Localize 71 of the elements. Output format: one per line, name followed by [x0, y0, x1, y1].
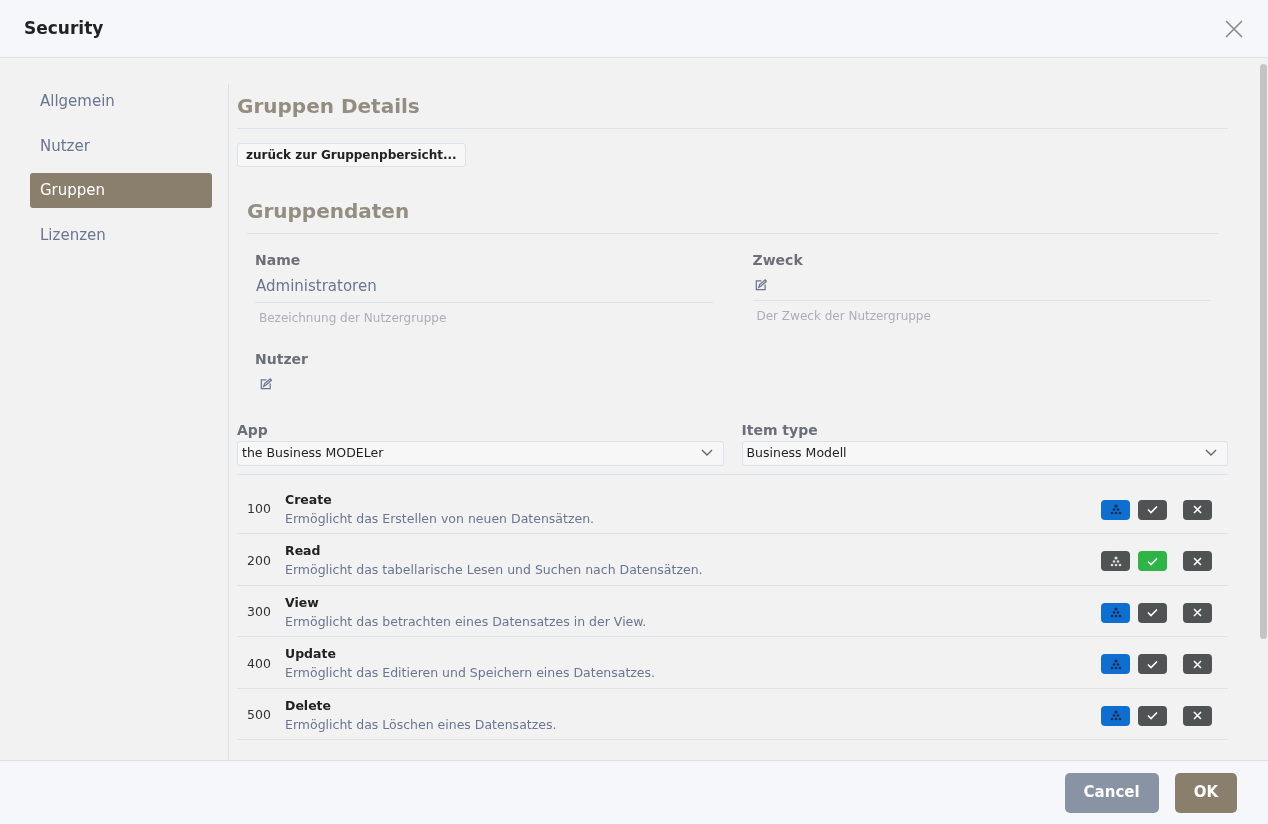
sidebar-item[interactable]: Nutzer	[30, 128, 212, 163]
check-icon	[1147, 505, 1158, 514]
permission-code: 300	[247, 603, 272, 622]
sidebar-item[interactable]: Gruppen	[30, 173, 212, 208]
deny-toggle[interactable]	[1183, 551, 1212, 571]
permission-code: 200	[247, 551, 272, 570]
field-hint: Bezeichnung der Nutzergruppe	[258, 309, 448, 327]
field-label: Zweck	[752, 251, 804, 270]
check-icon	[1147, 556, 1158, 566]
permission-name: Create	[285, 490, 333, 509]
close-icon	[1193, 659, 1202, 669]
cancel-button[interactable]: Cancel	[1064, 772, 1159, 813]
sidebar-item[interactable]: Lizenzen	[30, 217, 212, 252]
field-label: Nutzer	[255, 349, 309, 369]
permission-description: Ermöglicht das betrachten eines Datensatzes in der View.	[285, 612, 648, 631]
inherit-toggle[interactable]	[1101, 654, 1130, 674]
ok-button[interactable]: OK	[1174, 772, 1237, 813]
sidebar-item[interactable]: Allgemein	[30, 84, 212, 119]
edit-icon[interactable]	[259, 377, 272, 391]
hierarchy-icon	[1109, 658, 1122, 670]
allow-toggle[interactable]	[1138, 499, 1167, 520]
section-title: Gruppendaten	[247, 189, 1218, 234]
deny-toggle[interactable]	[1183, 602, 1212, 623]
close-icon	[1193, 711, 1202, 720]
edit-icon[interactable]	[753, 279, 767, 292]
dropdown[interactable]: the Business MODELer	[237, 441, 724, 466]
scrollbar-thumb[interactable]	[1260, 64, 1267, 639]
field-label: Name	[255, 251, 302, 270]
permission-description: Ermöglicht das tabellarische Lesen und Suchen nach Datensätzen.	[285, 561, 704, 579]
close-icon	[1193, 556, 1202, 566]
permission-description: Ermöglicht das Erstellen von neuen Datensätzen.	[285, 509, 596, 528]
permission-code: 500	[247, 706, 272, 725]
inherit-toggle[interactable]	[1101, 499, 1130, 520]
chevron-down-icon	[700, 449, 713, 458]
permission-code: 400	[247, 654, 272, 673]
inherit-toggle[interactable]	[1101, 551, 1130, 571]
name-field[interactable]: Administratoren	[255, 271, 713, 303]
hierarchy-icon	[1109, 607, 1122, 618]
allow-toggle[interactable]	[1138, 551, 1167, 571]
close-icon	[1193, 608, 1202, 617]
allow-toggle[interactable]	[1138, 654, 1167, 674]
hierarchy-icon	[1109, 555, 1122, 567]
section-title: Gruppen Details	[237, 84, 1228, 129]
dialog-title: Security	[24, 16, 104, 40]
inherit-toggle[interactable]	[1101, 602, 1130, 623]
permission-code: 100	[247, 500, 272, 519]
hierarchy-icon	[1109, 504, 1122, 515]
allow-toggle[interactable]	[1138, 602, 1167, 623]
permission-description: Ermöglicht das Editieren und Speichern eines Datensatzes.	[285, 664, 657, 682]
permission-name: Read	[285, 542, 322, 561]
deny-toggle[interactable]	[1183, 654, 1212, 674]
allow-toggle[interactable]	[1138, 705, 1167, 726]
field-hint: Der Zweck der Nutzergruppe	[755, 308, 932, 325]
permission-name: View	[285, 593, 320, 612]
select-label: Item type	[741, 421, 819, 440]
deny-toggle[interactable]	[1183, 499, 1212, 520]
deny-toggle[interactable]	[1183, 705, 1212, 726]
hierarchy-icon	[1109, 710, 1122, 721]
permission-name: Delete	[285, 696, 333, 715]
select-label: App	[237, 421, 269, 440]
permission-description: Ermöglicht das Löschen eines Datensatzes.	[285, 715, 558, 734]
inherit-toggle[interactable]	[1101, 705, 1130, 726]
check-icon	[1147, 608, 1158, 617]
permission-name: Update	[285, 645, 337, 664]
close-icon	[1193, 505, 1202, 514]
back-button[interactable]: zurück zur Gruppenpbersicht...	[237, 143, 466, 167]
dropdown[interactable]: Business Modell	[741, 441, 1228, 466]
check-icon	[1147, 659, 1158, 669]
check-icon	[1147, 711, 1158, 720]
close-icon[interactable]	[1224, 18, 1244, 39]
chevron-down-icon	[1205, 449, 1217, 458]
